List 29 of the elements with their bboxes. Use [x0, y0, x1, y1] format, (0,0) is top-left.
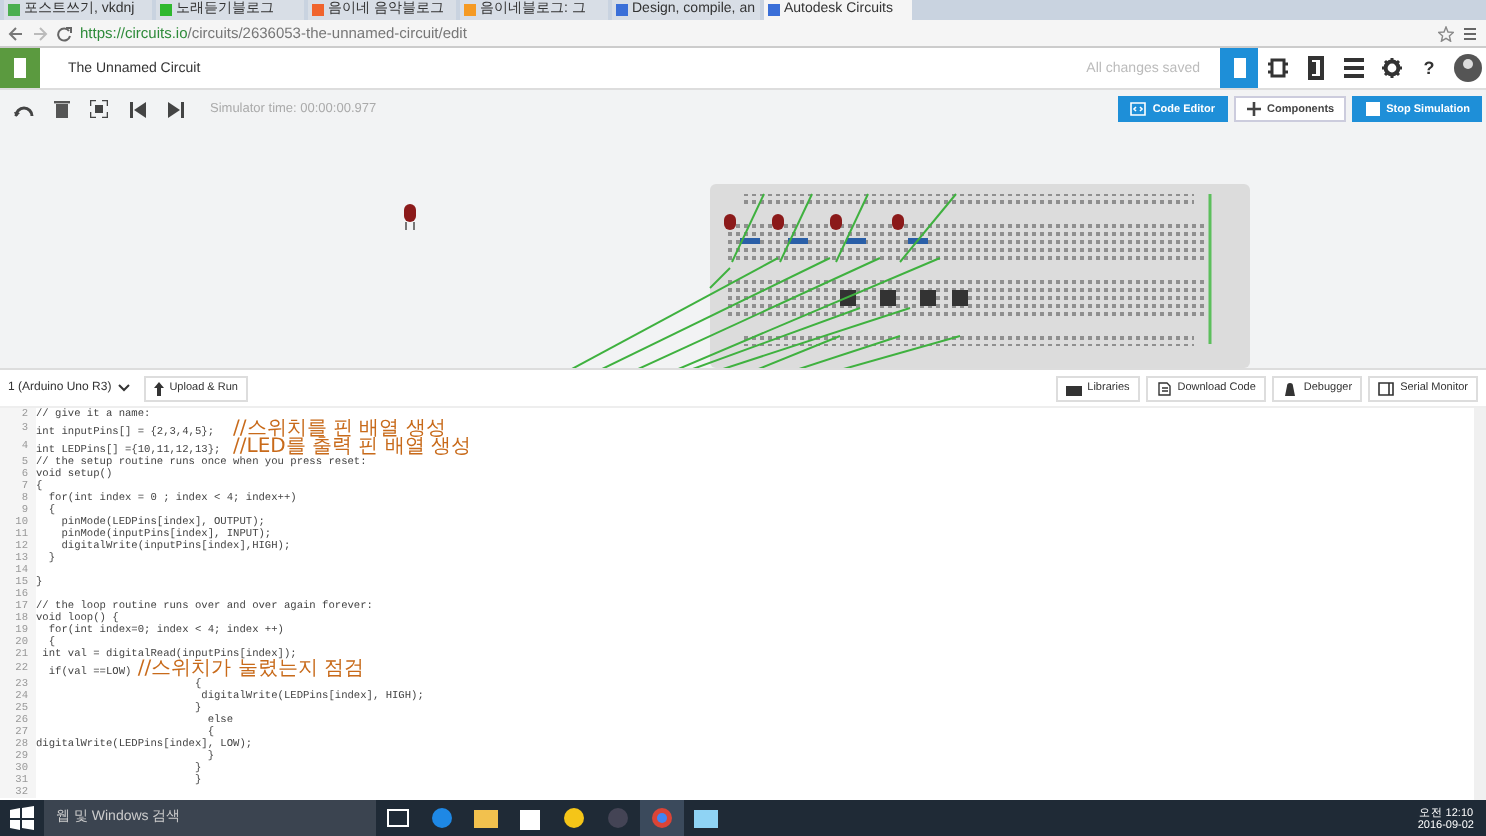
step-back-icon[interactable] [129, 101, 145, 117]
trash-icon[interactable] [53, 100, 69, 118]
led-drawing [404, 204, 416, 231]
code-icon [1130, 102, 1147, 116]
star-icon[interactable] [1438, 25, 1454, 41]
reload-icon[interactable] [56, 25, 72, 41]
plus-icon [1245, 102, 1261, 116]
board-icon [1303, 56, 1327, 80]
folder-icon[interactable] [474, 808, 498, 828]
rotate-icon[interactable] [13, 101, 33, 117]
back-icon[interactable] [8, 25, 24, 41]
monitor-icon [1378, 381, 1395, 395]
box-icon [1065, 381, 1082, 395]
menu-icon[interactable] [1462, 25, 1478, 41]
chip-logo-icon[interactable] [0, 48, 40, 88]
help-button[interactable]: ? [1410, 48, 1448, 88]
avatar-icon[interactable] [1453, 54, 1481, 82]
document-icon [1155, 381, 1172, 395]
upload-icon [153, 381, 164, 395]
stop-icon [1364, 102, 1381, 116]
scrollbar[interactable] [1474, 408, 1486, 800]
caret-icon[interactable] [117, 384, 130, 392]
settings-icon[interactable] [1381, 58, 1401, 78]
component-icon [1265, 56, 1289, 80]
step-forward-icon[interactable] [167, 101, 183, 117]
fit-icon[interactable] [90, 100, 108, 118]
list-icon [1341, 56, 1365, 80]
windows-start-icon[interactable] [10, 806, 34, 830]
task-view-icon[interactable] [386, 808, 410, 828]
